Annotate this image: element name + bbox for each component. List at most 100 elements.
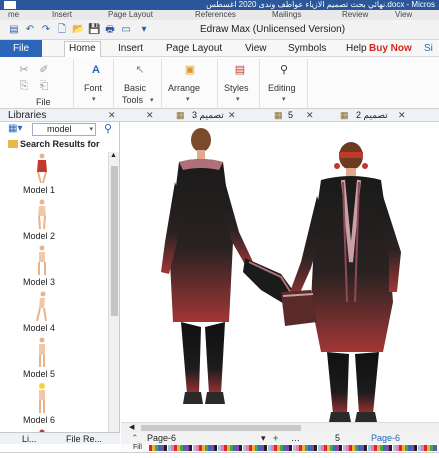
export-icon[interactable]: ▭ — [120, 24, 132, 36]
search-icon[interactable]: ⚲ — [104, 122, 118, 136]
tab-page-layout[interactable]: Page Layout — [166, 42, 222, 55]
figure-model-back[interactable] — [161, 128, 297, 404]
tab-view[interactable]: View — [245, 42, 267, 55]
format-painter-icon[interactable]: ✂ — [16, 63, 32, 77]
library-scrollbar[interactable]: ▲ — [108, 152, 119, 436]
open-icon[interactable]: 📂 — [72, 24, 84, 36]
close-libraries-icon[interactable]: ✕ — [108, 109, 116, 122]
library-search-value: model — [47, 124, 72, 134]
undo-icon[interactable]: ↶ — [24, 24, 36, 36]
ribbon: ✂ ✐ ⎘ ⎗ File A Font ▾ ↖ Basic Tools ▾ ▣ … — [0, 57, 439, 109]
chevron-down-icon: ▾ — [92, 96, 96, 103]
word-tab[interactable]: Page Layout — [108, 10, 153, 20]
word-tab[interactable]: me — [8, 10, 19, 20]
ribbon-group-styles[interactable]: ▤ Styles ▾ — [220, 59, 260, 107]
tab-libraries[interactable]: Li... — [22, 433, 37, 445]
chevron-down-icon: ▾ — [236, 96, 240, 103]
tab-5[interactable]: 5 — [288, 109, 293, 122]
word-app-icon — [4, 1, 16, 9]
buy-now-link[interactable]: Buy Now — [369, 42, 412, 55]
drawing-canvas[interactable] — [121, 122, 439, 422]
scrollbar-thumb[interactable] — [141, 425, 301, 431]
model-thumbnail — [38, 245, 46, 275]
page-name-tab[interactable]: Page-6 — [147, 432, 176, 444]
chevron-down-icon: ▾ — [282, 96, 286, 103]
tab-home[interactable]: Home — [64, 41, 101, 57]
cut-icon[interactable]: ✐ — [36, 63, 52, 77]
paste-icon[interactable]: ⎗ — [36, 79, 52, 93]
save-icon[interactable]: 💾 — [88, 24, 100, 36]
ribbon-group-arrange[interactable]: ▣ Arrange ▾ — [164, 59, 218, 107]
library-search-input[interactable]: model ▾ — [32, 123, 96, 136]
menu-bar: File Home Insert Page Layout View Symbol… — [0, 40, 439, 57]
styles-label: Styles — [224, 83, 249, 93]
print-icon[interactable]: 🖶 — [104, 24, 116, 36]
word-tab[interactable]: View — [395, 10, 412, 20]
tab-design-3[interactable]: تصميم 3 — [192, 109, 224, 122]
library-shape-model-6[interactable]: Model 6 — [8, 382, 108, 426]
tab-help[interactable]: Help — [346, 42, 367, 55]
library-shape-label: Model 2 — [23, 231, 56, 241]
page-tab-icon: ▦ — [340, 110, 349, 120]
close-tab-icon[interactable]: ✕ — [146, 109, 154, 122]
bottom-border — [0, 452, 439, 458]
page-navigation-bar: ⌃ Page-6 ▾ + … 5 Page-6 — [121, 432, 439, 444]
horizontal-scrollbar[interactable]: ◀ — [121, 422, 439, 432]
model-thumbnail — [38, 199, 46, 230]
library-shape-label: Model 3 — [23, 277, 56, 287]
file-group-label: File — [36, 97, 51, 107]
document-tab-row: Libraries ✕ ✕ ▦ تصميم 3 ✕ ▦ 5 ✕ ▦ تصميم … — [0, 109, 439, 122]
new-icon[interactable]: 🗋 — [56, 24, 68, 36]
tab-file-recovery[interactable]: File Re... — [66, 433, 102, 445]
copy-icon[interactable]: ⎘ — [16, 79, 32, 93]
pages-toggle-icon[interactable]: ⌃ — [131, 432, 139, 444]
close-tab-icon[interactable]: ✕ — [306, 109, 314, 122]
styles-icon: ▤ — [234, 64, 246, 76]
library-shape-label: Model 4 — [23, 323, 56, 333]
page-menu-icon[interactable]: ▾ — [261, 432, 266, 444]
word-tab[interactable]: References — [195, 10, 236, 20]
search-results-label: Search Results for — [20, 139, 100, 149]
search-results-header[interactable]: Search Results for — [8, 138, 120, 151]
close-tab-icon[interactable]: ✕ — [228, 109, 236, 122]
ribbon-group-font[interactable]: A Font ▾ — [76, 59, 114, 107]
figure-model-front[interactable] — [281, 142, 401, 422]
word-tab[interactable]: Insert — [52, 10, 72, 20]
word-title-bar: نهائي بحث تصميم الازياء عواطف وندى 2020 … — [0, 0, 439, 10]
customize-icon[interactable]: ▾ — [138, 24, 150, 36]
chevron-down-icon: ▾ — [150, 97, 154, 104]
sign-in-link[interactable]: Si — [424, 42, 433, 55]
page-number[interactable]: 5 — [335, 432, 340, 444]
tab-insert[interactable]: Insert — [118, 42, 143, 55]
arrange-icon: ▣ — [184, 64, 196, 76]
library-shape-list: Model 1 Model 2 Model 3 Model 4 Model 5 … — [8, 152, 108, 442]
ribbon-group-file: ✂ ✐ ⎘ ⎗ File — [0, 59, 74, 107]
file-menu-tab[interactable]: File — [0, 40, 42, 57]
title-bar: ▤ ↶ ↷ 🗋 📂 💾 🖶 ▭ ▾ Edraw Max (Unlicensed … — [0, 20, 439, 40]
library-shape-model-3[interactable]: Model 3 — [8, 244, 108, 288]
color-palette[interactable] — [149, 445, 437, 451]
page-list-icon[interactable]: … — [291, 432, 300, 444]
library-bottom-tabs: Li... File Re... — [0, 432, 120, 444]
word-tab[interactable]: Mailings — [272, 10, 301, 20]
word-tab[interactable]: Review — [342, 10, 368, 20]
current-page-tab[interactable]: Page-6 — [371, 432, 400, 444]
model-thumbnail — [37, 153, 47, 184]
ribbon-group-editing[interactable]: ⚲ Editing ▾ — [262, 59, 308, 107]
library-shape-model-5[interactable]: Model 5 — [8, 336, 108, 380]
library-menu-icon[interactable]: ▦▾ — [8, 123, 22, 134]
library-shape-label: Model 6 — [23, 415, 56, 425]
scrollbar-thumb[interactable] — [111, 166, 118, 316]
library-search-row: ▦▾ model ▾ ⚲ — [8, 123, 120, 137]
redo-icon[interactable]: ↷ — [40, 24, 52, 36]
library-shape-model-1[interactable]: Model 1 — [8, 152, 108, 196]
library-shape-model-2[interactable]: Model 2 — [8, 198, 108, 242]
scroll-up-icon[interactable]: ▲ — [110, 152, 117, 159]
tab-symbols[interactable]: Symbols — [288, 42, 326, 55]
tab-design-2[interactable]: تصميم 2 — [356, 109, 388, 122]
add-page-icon[interactable]: + — [273, 432, 278, 444]
app-logo-icon: ▤ — [9, 24, 19, 35]
close-tab-icon[interactable]: ✕ — [398, 109, 406, 122]
ribbon-group-basic-tools[interactable]: ↖ Basic Tools ▾ — [116, 59, 162, 107]
library-shape-model-4[interactable]: Model 4 — [8, 290, 108, 334]
